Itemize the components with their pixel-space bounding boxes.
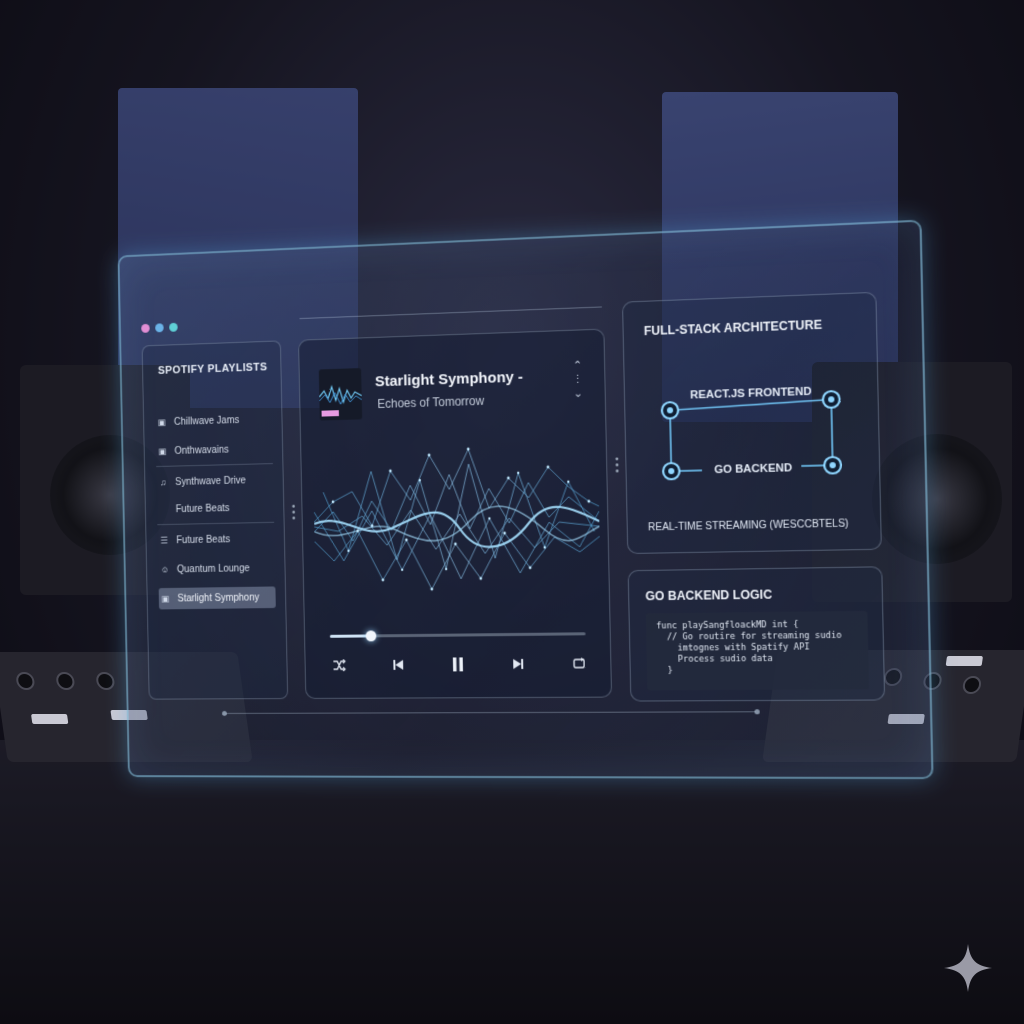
shuffle-icon[interactable] <box>326 652 352 678</box>
sidebar-title: SPOTIFY PLAYLISTS <box>157 361 268 377</box>
mixer-knob <box>15 672 36 690</box>
list-icon: ☰ <box>160 535 169 545</box>
playlist-label: Onthwavains <box>174 444 229 457</box>
mixer-knob <box>95 672 116 690</box>
chevron-down-icon[interactable]: ⌄ <box>573 388 583 400</box>
playlist-item-active[interactable]: ▣ Starlight Symphony <box>158 586 276 610</box>
window-controls <box>141 322 178 333</box>
chevron-up-icon[interactable]: ⌃ <box>573 360 583 372</box>
architecture-card: FULL-STACK ARCHITECTURE REACT.JS FRONTEN… <box>621 291 882 555</box>
connector-line <box>831 399 832 465</box>
playlists-sidebar: SPOTIFY PLAYLISTS ▣ Chillwave Jams ▣ Ont… <box>141 340 289 700</box>
playback-controls <box>326 650 592 678</box>
pause-icon[interactable] <box>445 651 471 677</box>
mixer-knob <box>55 672 76 690</box>
playlist-label: Starlight Symphony <box>177 592 260 604</box>
playlist-label: Future Beats <box>176 533 231 546</box>
architecture-title: FULL-STACK ARCHITECTURE <box>643 317 823 339</box>
repeat-icon[interactable] <box>566 650 593 676</box>
streaming-label: REAL-TIME STREAMING (WESCCBTELS) <box>647 518 849 534</box>
now-playing-card: Starlight Symphony - Echoes of Tomorrow … <box>298 328 613 699</box>
music-note-icon: ♫ <box>159 477 167 488</box>
track-title: Starlight Symphony - <box>374 368 524 391</box>
mixer-fader <box>30 714 69 724</box>
audio-visualizer <box>312 426 601 611</box>
window-dot-maximize[interactable] <box>169 322 178 332</box>
code-snippet: func playSangfloackMD int { // Go routir… <box>645 610 870 691</box>
mixer-fader <box>945 656 984 666</box>
sparkle-icon <box>944 944 992 992</box>
divider <box>299 306 602 320</box>
blank-icon <box>159 505 169 515</box>
track-subtitle: Echoes of Tomorrow <box>377 393 485 411</box>
smiley-icon: ☺ <box>160 564 170 575</box>
progress-fill <box>329 634 371 638</box>
album-art[interactable] <box>318 368 363 421</box>
playlist-item[interactable]: Future Beats <box>157 496 274 520</box>
studio-desk <box>0 740 1024 1024</box>
previous-icon[interactable] <box>385 652 411 678</box>
mixer-knob <box>961 676 983 694</box>
playlist-item[interactable]: ♫ Synthwave Drive <box>156 469 273 493</box>
lock-icon: ▣ <box>158 445 167 456</box>
lock-icon: ▣ <box>161 593 170 604</box>
connector-line <box>670 399 832 410</box>
next-icon[interactable] <box>505 651 531 677</box>
resize-handle-left[interactable]: • • • <box>292 502 296 525</box>
playlist-label: Chillwave Jams <box>173 414 240 428</box>
divider <box>225 711 756 714</box>
progress-scrubber[interactable] <box>365 630 377 642</box>
playlist-item[interactable]: ▣ Onthwavains <box>156 438 273 463</box>
playlist-label: Synthwave Drive <box>175 475 246 488</box>
resize-handle-right[interactable]: • • • <box>615 454 619 477</box>
divider <box>156 463 273 468</box>
divider <box>157 521 275 526</box>
holographic-app-window: SPOTIFY PLAYLISTS ▣ Chillwave Jams ▣ Ont… <box>117 219 934 780</box>
playlist-label: Quantum Lounge <box>176 562 250 575</box>
go-backend-title: GO BACKEND LOGIC <box>645 587 773 604</box>
window-dot-close[interactable] <box>141 323 150 333</box>
code-line: // Go routire for streaming sudio <box>656 630 842 643</box>
album-tag <box>321 410 339 417</box>
playlist-item[interactable]: ▣ Chillwave Jams <box>155 408 272 433</box>
playback-progress-bar[interactable] <box>329 630 586 642</box>
lock-icon: ▣ <box>157 416 166 427</box>
window-dot-minimize[interactable] <box>155 323 164 333</box>
dots-icon: ⋮ <box>572 373 584 387</box>
code-line: } <box>657 665 673 677</box>
playlist-label: Future Beats <box>175 502 230 515</box>
go-backend-card: GO BACKEND LOGIC func playSangfloackMD i… <box>627 566 886 702</box>
playlist-item[interactable]: ☺ Quantum Lounge <box>158 557 275 580</box>
playlist-item[interactable]: ☰ Future Beats <box>157 528 274 552</box>
queue-reorder-control[interactable]: ⌃ ⋮ ⌄ <box>572 359 584 402</box>
architecture-diagram <box>655 376 854 483</box>
